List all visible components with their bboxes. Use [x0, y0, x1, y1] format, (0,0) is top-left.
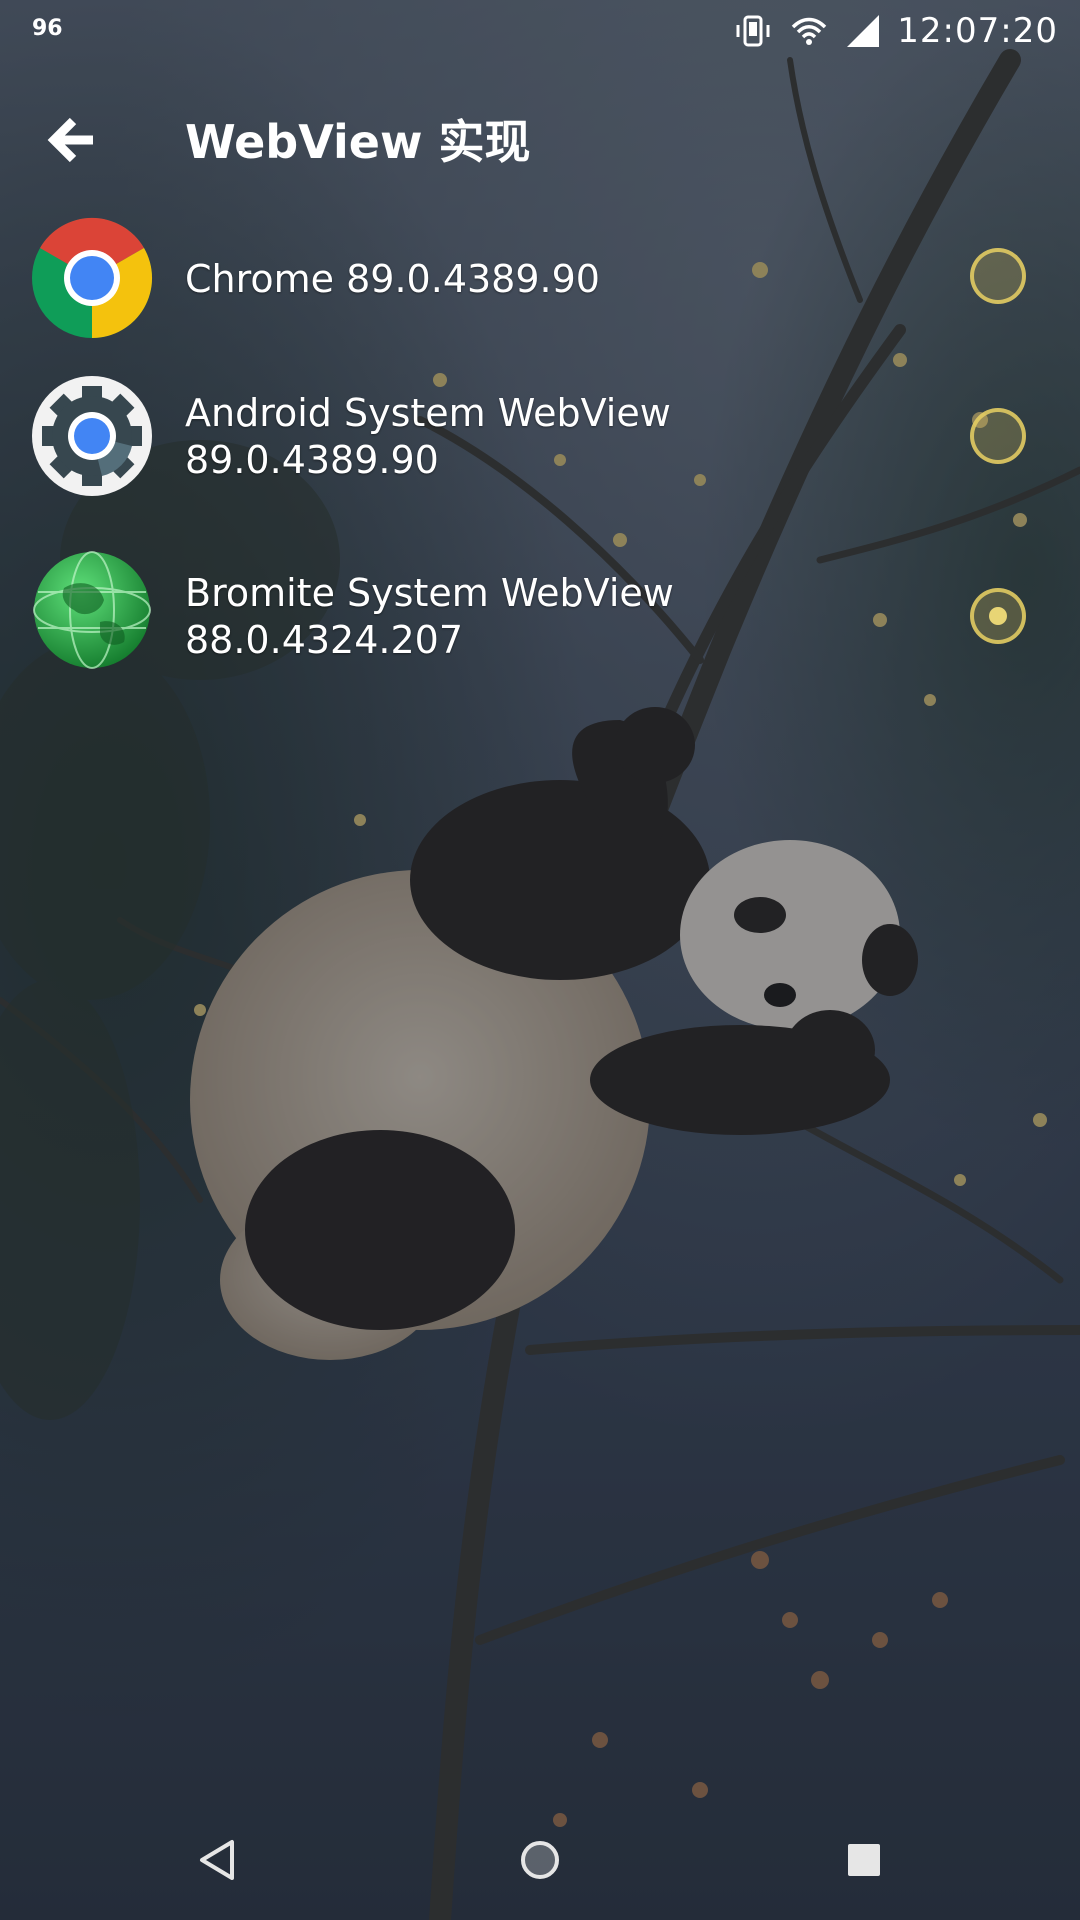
bromite-icon [33, 551, 151, 669]
provider-item-android-webview[interactable]: Android System WebView 89.0.4389.90 [0, 368, 1080, 508]
vibrate-icon [736, 15, 770, 47]
back-button[interactable] [36, 104, 108, 176]
provider-name: Bromite System WebView [185, 571, 674, 615]
provider-label: Chrome 89.0.4389.90 [185, 256, 945, 303]
provider-radio-bromite[interactable] [970, 588, 1026, 644]
arrow-back-icon [47, 117, 93, 163]
provider-version: 89.0.4389.90 [185, 438, 439, 482]
home-circle-icon [521, 1841, 559, 1879]
nav-home-button[interactable] [508, 1828, 572, 1892]
radio-selected-dot [989, 607, 1007, 625]
provider-label: Android System WebView 89.0.4389.90 [185, 390, 945, 484]
status-bar-left-text: 96 [32, 16, 63, 41]
recents-square-icon [848, 1844, 880, 1876]
provider-label: Bromite System WebView 88.0.4324.207 [185, 570, 945, 664]
provider-radio-chrome[interactable] [970, 248, 1026, 304]
provider-name: Android System WebView [185, 391, 671, 435]
wifi-icon [792, 17, 827, 45]
status-bar: 96 12:07:20 [0, 0, 1080, 62]
chrome-icon [32, 217, 153, 338]
android-webview-icon [32, 376, 152, 496]
provider-version: 88.0.4324.207 [185, 618, 464, 662]
provider-item-bromite[interactable]: Bromite System WebView 88.0.4324.207 [0, 548, 1080, 688]
nav-recents-button[interactable] [832, 1828, 896, 1892]
provider-item-chrome[interactable]: Chrome 89.0.4389.90 [0, 212, 1080, 352]
navigation-bar [0, 1800, 1080, 1920]
status-time: 12:07:20 [897, 11, 1058, 51]
app-bar: WebView 实现 [0, 62, 1080, 212]
cell-signal-icon [847, 15, 880, 47]
nav-back-button[interactable] [184, 1828, 248, 1892]
back-triangle-icon [200, 1840, 234, 1880]
provider-radio-android-webview[interactable] [970, 408, 1026, 464]
provider-name: Chrome 89.0.4389.90 [185, 257, 600, 301]
status-bar-right: 12:07:20 [733, 8, 1058, 54]
page-title: WebView 实现 [185, 115, 531, 169]
